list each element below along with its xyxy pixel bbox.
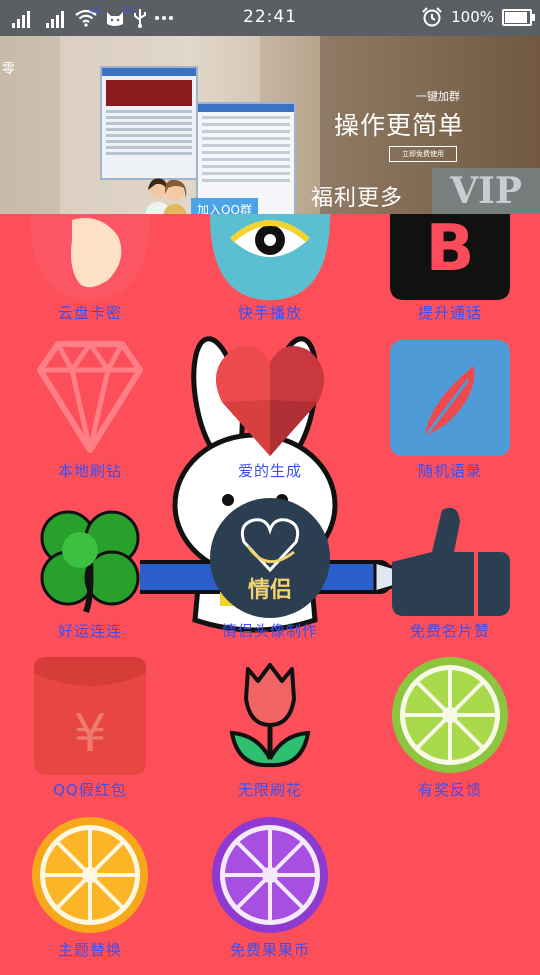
tile-free-coins[interactable]: 免费果果币	[180, 815, 360, 975]
orange-icon	[32, 817, 148, 933]
couple-heart-icon: 情侣	[210, 498, 330, 618]
svg-text:B: B	[426, 212, 475, 286]
banner-headline: 操作更简单	[334, 111, 465, 140]
battery-icon	[502, 8, 535, 26]
tile-label: 有奖反馈	[417, 781, 482, 799]
red-envelope-icon: ¥	[34, 657, 146, 775]
status-bar: 4G 2G 22:41 100%	[0, 0, 540, 36]
tile-label: 本地刷钻	[57, 462, 122, 480]
tile-label: 好运连连	[57, 622, 122, 640]
tile-unlimited-flower[interactable]: 无限刷花	[180, 655, 360, 815]
tile-label: 云盘卡密	[57, 304, 122, 322]
svg-text:¥: ¥	[73, 704, 106, 764]
tile-label: 无限刷花	[237, 781, 302, 799]
screenshot-collage	[100, 66, 300, 214]
tile-theme-replace[interactable]: 主题替换	[0, 815, 180, 975]
tile-label: 免费果果币	[229, 941, 310, 959]
tile-good-luck[interactable]: 好运连连	[0, 500, 180, 660]
tile-feedback-reward[interactable]: 有奖反馈	[360, 655, 540, 815]
tile-free-like[interactable]: 免费名片赞	[360, 500, 540, 660]
tile-boost-call[interactable]: B 提升通话	[360, 200, 540, 360]
tile-label: 情侣头像制作	[221, 622, 318, 640]
promo-banner[interactable]: 零 加入QQ群 一键加群 操作更简单 立即免费使用 福利更多 VIP	[0, 36, 540, 214]
lime-icon	[392, 657, 508, 773]
alarm-icon	[422, 7, 442, 27]
tile-random-quote[interactable]: 随机语录	[360, 340, 540, 500]
free-use-button[interactable]: 立即免费使用	[389, 146, 457, 162]
banner-one-key: 一键加群	[416, 90, 460, 103]
battery-percent: 100%	[451, 8, 494, 26]
tile-label: 提升通话	[417, 304, 482, 322]
tile-local-diamond[interactable]: 本地刷钻	[0, 340, 180, 500]
couple-badge-text: 情侣	[247, 578, 292, 603]
tile-kuaishou-play[interactable]: 快手播放	[180, 200, 360, 360]
heart-icon	[215, 346, 325, 456]
status-right: 100%	[421, 7, 535, 27]
tile-label: 快手播放	[237, 304, 302, 322]
tile-love-generate[interactable]: 爱的生成	[180, 340, 360, 500]
tile-label: 爱的生成	[237, 462, 302, 480]
tile-label: 免费名片赞	[409, 622, 490, 640]
screenshot-window-1	[100, 66, 198, 180]
tile-label: QQ假红包	[53, 781, 127, 799]
clover-icon	[40, 510, 140, 614]
tile-label: 主题替换	[57, 941, 122, 959]
diamond-icon	[37, 341, 143, 453]
feather-icon	[390, 340, 510, 456]
tulip-icon	[229, 663, 311, 768]
tile-fake-red-envelope[interactable]: ¥ QQ假红包	[0, 655, 180, 815]
banner-left-char: 零	[2, 62, 16, 77]
tile-cloud-card[interactable]: 云盘卡密	[0, 200, 180, 360]
thumbs-up-icon	[392, 507, 510, 616]
tile-label: 随机语录	[417, 462, 482, 480]
grape-fruit-icon	[212, 817, 328, 933]
